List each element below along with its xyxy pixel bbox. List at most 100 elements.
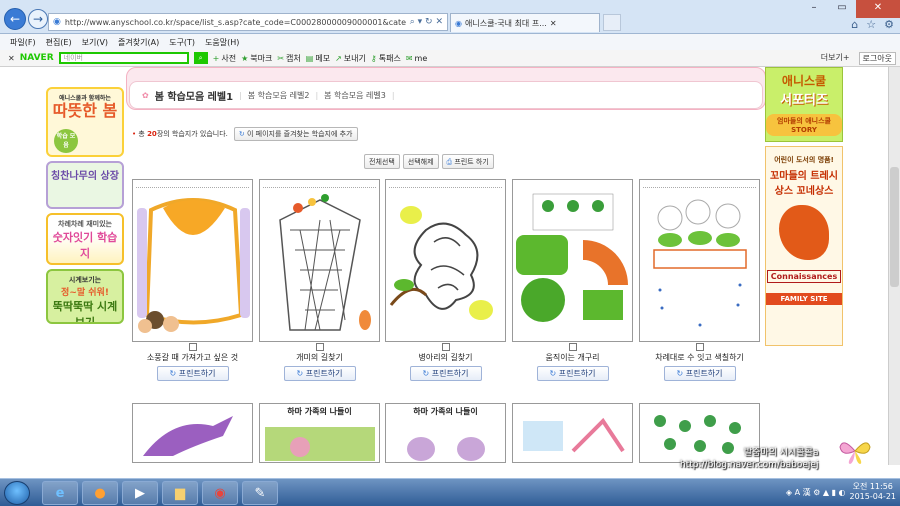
divider: | [315,90,319,100]
worksheet-thumbnail[interactable] [132,403,253,463]
print-selected-label: 프린트 하기 [454,158,489,166]
home-icon[interactable]: ⌂ [851,18,858,31]
worksheet-print-button[interactable]: ↻ 프린트하기 [156,366,229,381]
refresh-icon[interactable]: ↻ [425,17,433,27]
worksheet-print-button[interactable]: ↻ 프린트하기 [409,366,482,381]
banner-spring-badge: 학습 모음 [54,129,78,153]
printer-icon: ↻ [169,369,177,378]
menu-edit[interactable]: 편집(E) [46,37,72,48]
banner-spring[interactable]: 애니스쿨과 함께하는 따뜻한 봄 학습 모음 [46,87,124,157]
worksheet-thumbnail[interactable]: 하마 가족의 나들이 [259,403,380,463]
count-suffix: 장의 학습지가 있습니다. [156,130,228,138]
maze-illustration [279,194,371,331]
naver-me[interactable]: ✉ me [406,54,427,63]
naver-bookmark[interactable]: ★ 북마크 [241,53,272,64]
menu-file[interactable]: 파일(F) [10,37,36,48]
tab-level1[interactable]: 봄 학습모음 레벨1 [155,88,233,103]
back-button[interactable]: ← [4,8,26,30]
worksheet-print-button[interactable]: ↻ 프린트하기 [663,366,736,381]
minimize-icon[interactable]: – [800,0,828,18]
worksheet-checkbox[interactable] [568,343,577,351]
worksheet-thumbnail[interactable] [259,179,380,342]
deselect-button[interactable]: 선택해제 [402,154,439,169]
worksheet-checkbox[interactable] [315,343,324,351]
forward-button[interactable]: → [28,9,48,29]
thumb-header [643,183,756,188]
select-all-button[interactable]: 전체선택 [364,154,400,169]
menu-favorites[interactable]: 즐겨찾기(A) [118,37,159,48]
banner-number-connect[interactable]: 차례차례 재미있는 숫자잇기 학습지 [46,213,124,265]
banner-clock[interactable]: 시계보기는 정~말 쉬워! 뚝딱뚝딱 시계보기 [46,269,124,324]
taskbar-paint[interactable]: ✎ [242,481,278,505]
taskbar-chrome[interactable]: ◉ [202,481,238,505]
naver-logo[interactable]: NAVER [20,53,54,63]
worksheet-checkbox[interactable] [188,343,197,351]
naver-logout-button[interactable]: 로그아웃 [858,52,896,65]
worksheet-thumbnail[interactable] [132,179,253,342]
star-icon: ★ [241,53,249,63]
worksheet-caption[interactable]: 소풍갈 때 가져가고 싶은 것 [132,352,253,363]
tab-level2[interactable]: 봄 학습모음 레벨2 [248,90,310,101]
tab-active[interactable]: ◉ 애니스쿨-국내 최대 프... ✕ [450,13,600,32]
scrollbar-thumb[interactable] [890,167,899,287]
naver-send[interactable]: ↗ 보내기 [335,53,366,64]
memo-icon: ▤ [305,53,314,63]
favorites-star-icon[interactable]: ☆ [866,18,876,31]
worksheet-caption[interactable]: 차례대로 수 잇고 색칠하기 [639,352,760,363]
worksheet-print-label: 프린트하기 [305,369,343,378]
close-icon[interactable]: ✕ [435,17,443,27]
worksheet-thumbnail[interactable] [512,179,633,342]
add-favorites-button[interactable]: ↻ 이 페이지를 즐겨찾는 학습지에 추가 [233,127,358,141]
taskbar-media[interactable]: ● [82,481,118,505]
window-close-icon[interactable]: ✕ [856,0,900,18]
worksheet-thumbnail[interactable] [512,403,633,463]
address-text[interactable]: http://www.anyschool.co.kr/space/list_s.… [65,18,406,27]
banner-connaissances[interactable]: 어린이 도서의 명품! 꼬마들의 트레시상스 꼬네상스 Connaissance… [765,146,843,346]
naver-search-input[interactable]: 네이버 [58,52,189,64]
worksheet-print-button[interactable]: ↻ 프린트하기 [283,366,356,381]
clock-time: 오전 11:56 [852,482,893,491]
worksheet-card: 병아리의 길찾기 ↻ 프린트하기 [385,179,506,381]
vertical-scrollbar[interactable] [888,67,900,465]
address-bar[interactable]: ◉ http://www.anyschool.co.kr/space/list_… [48,13,448,31]
address-tools[interactable]: ⌕ ▾ ↻ ✕ [410,17,447,27]
worksheet-print-label: 프린트하기 [685,369,723,378]
naver-dictionary-label: 사전 [221,53,237,63]
worksheet-caption[interactable]: 움직이는 개구리 [512,352,633,363]
me-icon: ✉ [405,53,413,63]
banner-supporters[interactable]: 애니스쿨 서포터즈 엄마들의 애니스쿨 STORY [765,67,843,142]
new-tab-button[interactable] [603,14,621,31]
menu-view[interactable]: 보기(V) [82,37,108,48]
naver-capture[interactable]: ✂ 캡처 [277,53,300,64]
menu-help[interactable]: 도움말(H) [205,37,239,48]
worksheet-thumbnail[interactable] [385,179,506,342]
worksheet-thumbnail[interactable] [639,179,760,342]
maximize-icon[interactable]: ▭ [828,0,856,18]
naver-search-button[interactable]: ⌕ [193,52,208,64]
search-icon[interactable]: ⌕ [410,17,415,27]
tray-icons[interactable]: ◈ A 漢 ⚙ ▲ ▮ ◐ [786,487,846,498]
clock[interactable]: 오전 11:56 2015-04-21 [850,482,897,502]
toolbar-close-icon[interactable]: ✕ [8,54,15,63]
start-button[interactable] [4,481,30,505]
naver-talkpass[interactable]: ⚷ 톡패스 [371,53,401,64]
gear-icon[interactable]: ⚙ [884,18,894,31]
count-text: • 총 20장의 학습지가 있습니다. [132,129,228,139]
taskbar-explorer[interactable]: ▆ [162,481,198,505]
worksheet-checkbox[interactable] [441,343,450,351]
worksheet-thumbnail[interactable]: 하마 가족의 나들이 [385,403,506,463]
worksheet-caption[interactable]: 병아리의 길찾기 [385,352,506,363]
naver-memo[interactable]: ▤ 메모 [306,53,330,64]
naver-dictionary[interactable]: + 사전 [213,53,236,64]
banner-praise-tree[interactable]: 칭찬나무의 상장 [46,161,124,209]
menu-tools[interactable]: 도구(T) [169,37,195,48]
worksheet-print-button[interactable]: ↻ 프린트하기 [536,366,609,381]
print-selected-button[interactable]: ⎙ 프린트 하기 [441,154,494,169]
worksheet-checkbox[interactable] [695,343,704,351]
tab-level3[interactable]: 봄 학습모음 레벨3 [324,90,386,101]
tab-close-icon[interactable]: ✕ [550,19,557,28]
taskbar-player[interactable]: ▶ [122,481,158,505]
naver-more-button[interactable]: 더보기+ [818,52,853,65]
taskbar-ie[interactable]: e [42,481,78,505]
worksheet-caption[interactable]: 개미의 길찾기 [259,352,380,363]
